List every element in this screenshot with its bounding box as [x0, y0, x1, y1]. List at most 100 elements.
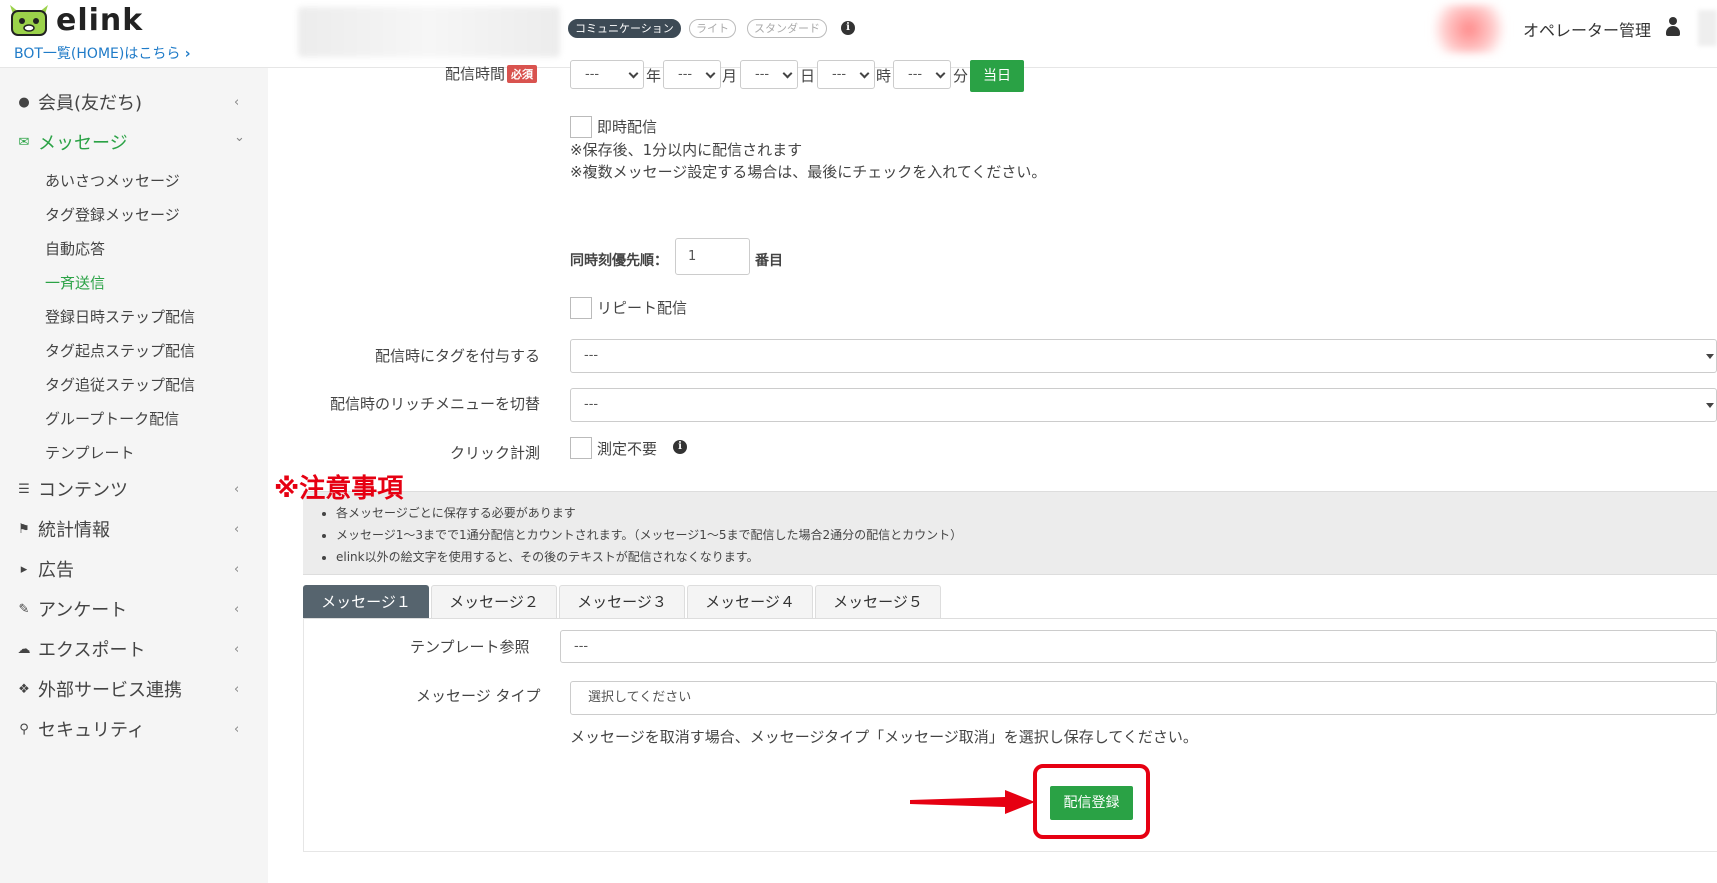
immediate-checkbox[interactable] [570, 116, 592, 138]
sidebar-sub-template[interactable]: テンプレート [45, 442, 135, 463]
sidebar-item-survey[interactable]: ✎ アンケート ‹ [0, 591, 268, 627]
plan-badge-lite: ライト [689, 19, 736, 38]
key-icon: ⚲ [19, 721, 29, 737]
chevron-left-icon: ‹ [234, 561, 240, 577]
panel-border-left [303, 618, 304, 852]
click-measure-option: 測定不要 [597, 440, 658, 458]
megaphone-icon: ▸ [20, 561, 28, 577]
required-badge: 必須 [507, 65, 538, 83]
richmenu-select[interactable]: --- [570, 388, 1717, 422]
minute-select[interactable]: --- [893, 60, 951, 89]
sidebar-sub-auto-reply[interactable]: 自動応答 [45, 238, 105, 259]
priority-suffix: 番目 [755, 253, 783, 269]
avatar [1433, 5, 1505, 53]
sidebar: ● 会員(友だち) ‹ ✉ メッセージ ⌄ あいさつメッセージ タグ登録メッセー… [0, 68, 268, 883]
chevron-left-icon: ‹ [234, 521, 240, 537]
tab-message-3[interactable]: メッセージ３ [559, 585, 685, 619]
month-select-value: --- [678, 67, 693, 82]
year-select-value: --- [585, 67, 600, 82]
day-select[interactable]: --- [740, 60, 798, 89]
message-type-label: メッセージ タイプ [416, 687, 541, 705]
sidebar-sub-date-step[interactable]: 登録日時ステップ配信 [45, 306, 195, 327]
tab-message-1[interactable]: メッセージ１ [303, 585, 429, 619]
repeat-checkbox[interactable] [570, 297, 592, 319]
template-ref-select-value: --- [574, 639, 589, 654]
notice-title: ※注意事項 [274, 474, 404, 504]
sidebar-item-ads[interactable]: ▸ 広告 ‹ [0, 551, 268, 587]
multi-message-note: ※複数メッセージ設定する場合は、最後にチェックを入れてください。 [570, 163, 1047, 181]
tab-message-2[interactable]: メッセージ２ [431, 585, 557, 619]
sidebar-item-members[interactable]: ● 会員(友だち) ‹ [0, 84, 268, 120]
message-type-select-value: 選択してください [588, 690, 692, 705]
sidebar-item-contents[interactable]: ☰ コンテンツ ‹ [0, 471, 268, 507]
tag-select[interactable]: --- [570, 339, 1717, 373]
bot-home-link-label: BOT一覧(HOME)はこちら [14, 46, 181, 62]
chevron-down-icon: ⌄ [234, 130, 245, 145]
sidebar-item-statistics[interactable]: ⚑ 統計情報 ‹ [0, 511, 268, 547]
sidebar-sub-tag-step[interactable]: タグ起点ステップ配信 [45, 340, 195, 361]
envelope-icon: ✉ [18, 134, 30, 150]
message-type-select[interactable]: 選択してください [570, 681, 1717, 715]
tab-message-5[interactable]: メッセージ５ [815, 585, 941, 619]
immediate-label: 即時配信 [597, 118, 658, 136]
operator-management-link[interactable]: オペレーター管理 [1523, 17, 1651, 41]
chevron-down-icon [705, 68, 716, 79]
sidebar-item-external-services[interactable]: ❖ 外部サービス連携 ‹ [0, 671, 268, 707]
notice-item: 各メッセージごとに保存する必要があります [336, 502, 962, 524]
priority-input[interactable]: 1 [675, 238, 750, 275]
notice-box: 各メッセージごとに保存する必要があります メッセージ1～3までで1通分配信とカウ… [303, 491, 1717, 575]
sidebar-item-label: アンケート [38, 600, 128, 621]
sidebar-item-label: 統計情報 [38, 520, 110, 541]
red-arrow-annotation [910, 790, 1035, 814]
click-measure-checkbox[interactable] [570, 437, 592, 459]
sidebar-sub-greeting[interactable]: あいさつメッセージ [45, 170, 180, 191]
panel-border-bottom [303, 851, 1717, 852]
sidebar-item-label: 会員(友だち) [38, 93, 143, 114]
user-icon[interactable] [1665, 17, 1681, 37]
sidebar-sub-broadcast[interactable]: 一斉送信 [45, 272, 105, 293]
sidebar-sub-tag-follow-step[interactable]: タグ追従ステップ配信 [45, 374, 195, 395]
info-icon[interactable]: i [841, 21, 855, 35]
richmenu-select-value: --- [584, 397, 599, 412]
chevron-down-icon [628, 68, 639, 79]
sidebar-item-label: セキュリティ [38, 720, 145, 741]
save-note: ※保存後、1分以内に配信されます [570, 141, 803, 159]
bot-home-link[interactable]: BOT一覧(HOME)はこちら › [14, 43, 191, 63]
template-ref-select[interactable]: --- [560, 630, 1717, 663]
sidebar-item-label: コンテンツ [38, 480, 128, 501]
hour-select[interactable]: --- [817, 60, 875, 89]
tab-message-4[interactable]: メッセージ４ [687, 585, 813, 619]
hour-select-value: --- [832, 67, 847, 82]
tag-label: 配信時にタグを付与する [375, 347, 541, 365]
richmenu-label: 配信時のリッチメニューを切替 [330, 395, 541, 413]
sidebar-sub-group-talk[interactable]: グループトーク配信 [45, 408, 179, 429]
sidebar-sub-tag-register[interactable]: タグ登録メッセージ [45, 204, 180, 225]
chevron-left-icon: ‹ [234, 481, 240, 497]
chevron-left-icon: ‹ [234, 681, 240, 697]
day-unit: 日 [800, 67, 816, 85]
sidebar-item-security[interactable]: ⚲ セキュリティ ‹ [0, 711, 268, 747]
delivery-time-label-text: 配信時間 [445, 65, 506, 83]
chevron-down-icon [782, 68, 793, 79]
chevron-left-icon: ‹ [234, 641, 240, 657]
year-select[interactable]: --- [570, 60, 644, 89]
sidebar-item-messages[interactable]: ✉ メッセージ ⌄ [0, 124, 268, 160]
delivery-time-label: 配信時間 必須 [445, 63, 538, 84]
sidebar-item-label: エクスポート [38, 640, 146, 661]
sidebar-item-export[interactable]: ☁ エクスポート ‹ [0, 631, 268, 667]
chevron-left-icon: ‹ [234, 721, 240, 737]
cubes-icon: ❖ [18, 681, 30, 697]
submit-delivery-button[interactable]: 配信登録 [1050, 786, 1133, 820]
today-button[interactable]: 当日 [970, 60, 1024, 92]
plan-badge-communication: コミュニケーション [568, 19, 681, 38]
logo[interactable]: elink [6, 2, 143, 38]
template-ref-label: テンプレート参照 [410, 638, 530, 656]
pencil-icon: ✎ [18, 601, 30, 617]
month-select[interactable]: --- [663, 60, 721, 89]
info-icon[interactable]: i [673, 440, 687, 454]
header-right-blurred [1698, 10, 1717, 46]
notice-item: メッセージ1～3までで1通分配信とカウントされます。（メッセージ1～5まで配信し… [336, 524, 962, 546]
month-unit: 月 [722, 67, 738, 85]
chevron-left-icon: ‹ [234, 94, 240, 110]
sidebar-item-label: メッセージ [38, 133, 128, 154]
